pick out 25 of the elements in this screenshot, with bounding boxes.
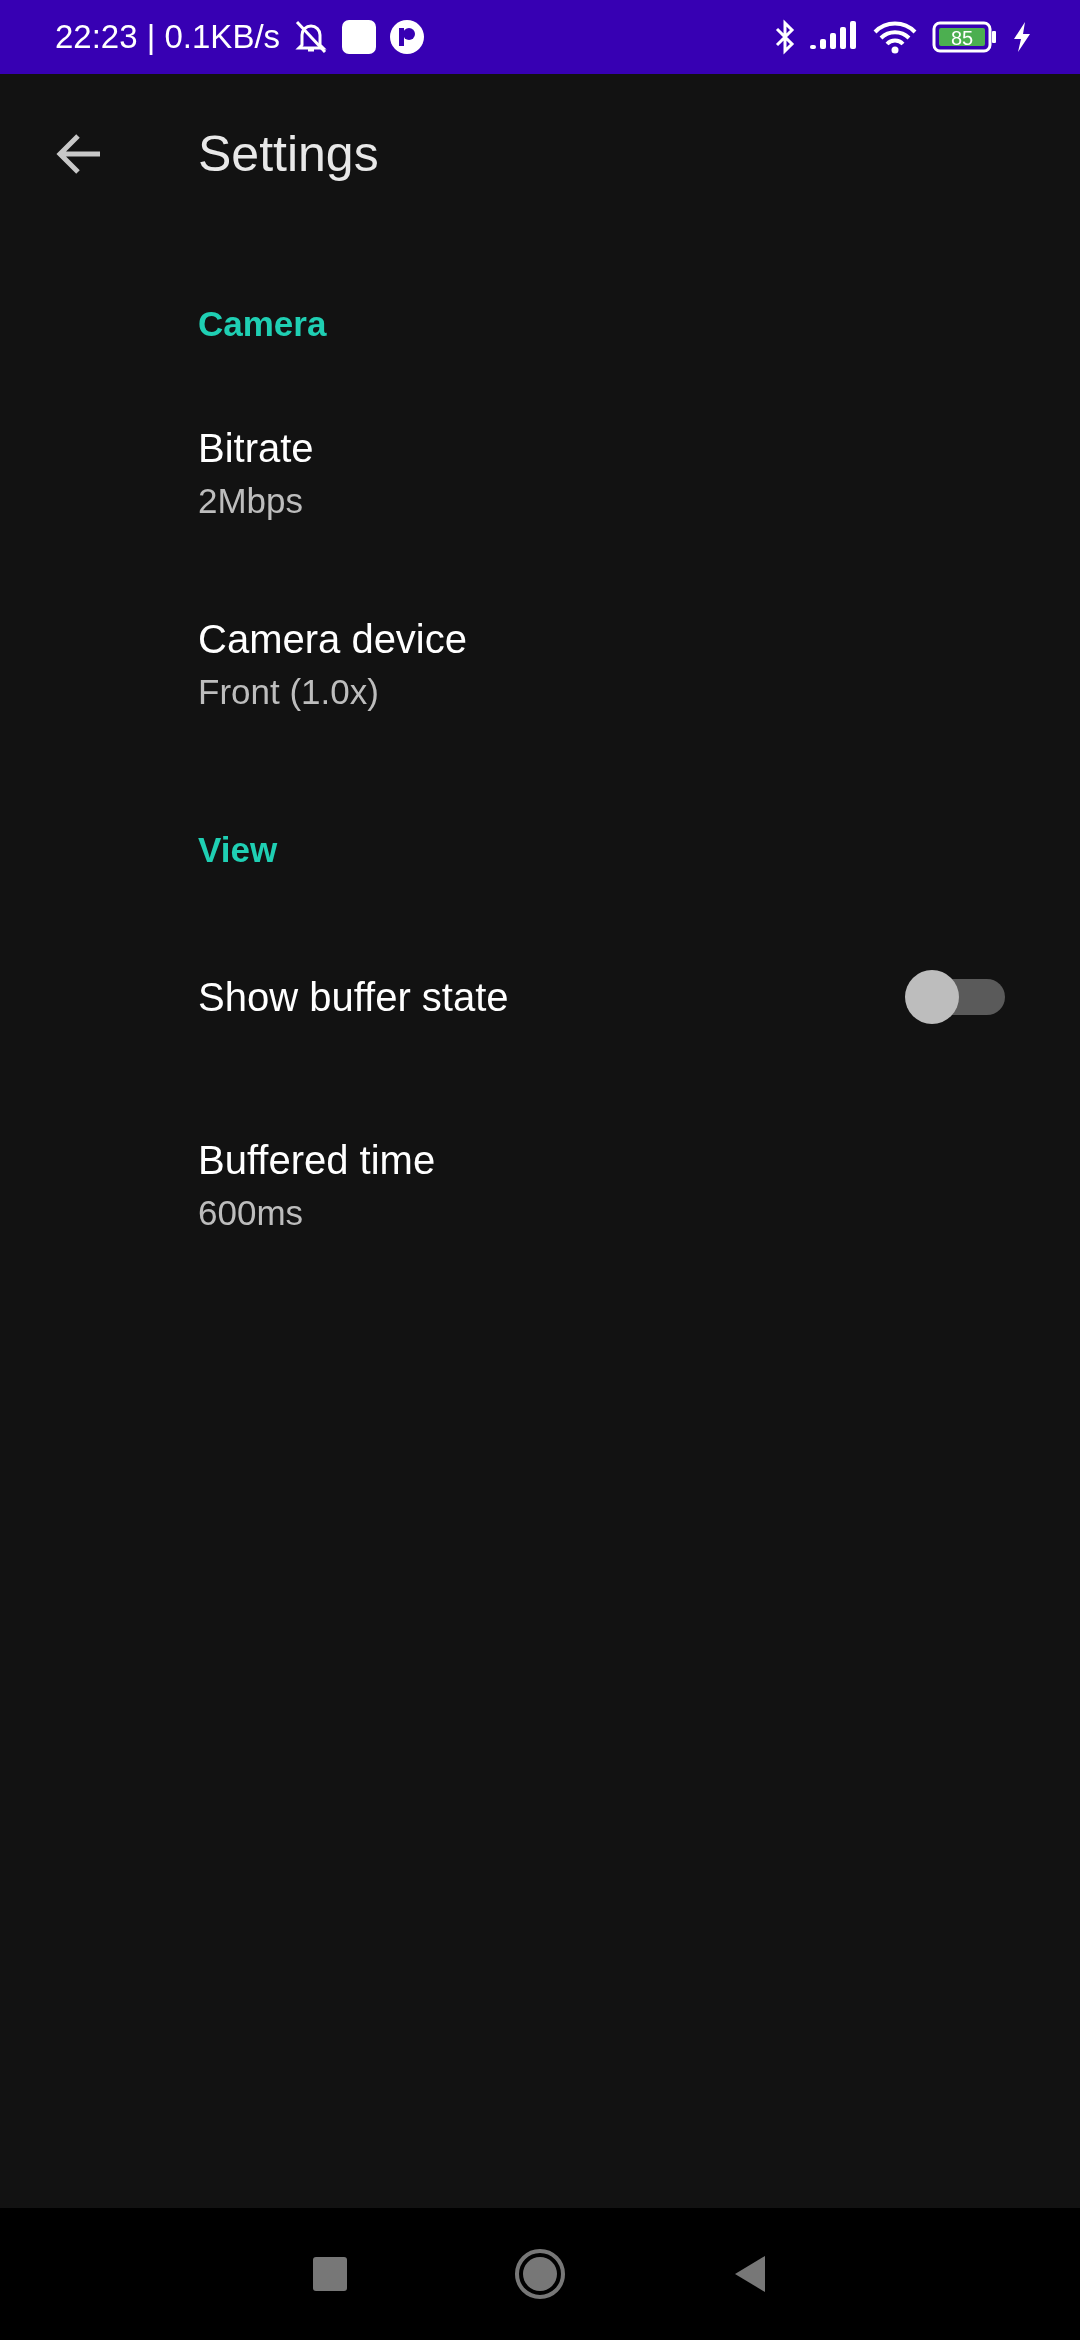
back-arrow-icon[interactable] [54,132,102,176]
muted-bell-icon [294,19,329,55]
wifi-icon [872,20,918,54]
item-title: Bitrate [198,426,315,471]
home-button[interactable] [514,2248,566,2300]
settings-item[interactable]: Camera device Front (1.0x) [198,569,1080,760]
item-title: Buffered time [198,1138,437,1183]
square-icon [342,20,377,54]
item-title: Show buffer state [198,974,510,1020]
status-time: 22:23 | 0.1KB/s [55,18,281,56]
recents-button[interactable] [313,2257,348,2291]
section-header: Camera [198,303,328,345]
item-title: Camera device [198,617,468,662]
item-summary: Front (1.0x) [198,672,380,712]
bluetooth-icon [774,19,796,55]
screen-title: Settings [198,125,379,183]
settings-item[interactable]: Show buffer state [198,904,1080,1090]
item-summary: 2Mbps [198,481,305,521]
toggle-switch[interactable] [905,970,1005,1024]
settings-item[interactable]: Buffered time 600ms [198,1090,1080,1281]
item-summary: 600ms [198,1193,305,1233]
section-header: View [198,829,279,871]
settings-item[interactable]: Bitrate 2Mbps [198,378,1080,569]
app-icon [390,20,425,54]
charging-icon [1012,21,1032,53]
